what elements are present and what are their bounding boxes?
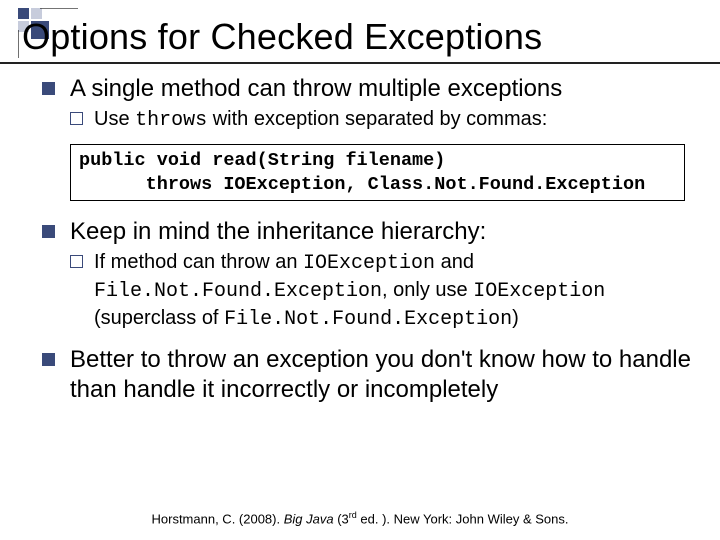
inline-code: IOException (473, 280, 605, 303)
bullet-item: Keep in mind the inheritance hierarchy: … (42, 217, 692, 333)
slide-title: Options for Checked Exceptions (22, 16, 692, 58)
inline-code: IOException (303, 252, 435, 275)
sub-text: Use (94, 108, 135, 130)
citation-footer: Horstmann, C. (2008). Big Java (3rd ed. … (0, 510, 720, 526)
citation-text: ed. ). New York: John Wiley & Sons. (357, 511, 569, 526)
citation-title: Big Java (284, 511, 334, 526)
sub-text: and (435, 251, 474, 273)
bullet-list: Keep in mind the inheritance hierarchy: … (42, 217, 692, 405)
citation-text: (3 (334, 511, 349, 526)
inline-code: File.Not.Found.Exception (224, 308, 512, 331)
sub-text: with exception separated by commas: (207, 108, 547, 130)
bullet-text: A single method can throw multiple excep… (70, 75, 562, 102)
inline-code: throws (135, 109, 207, 132)
sub-text: If method can throw an (94, 251, 303, 273)
bullet-text: Keep in mind the inheritance hierarchy: (70, 218, 486, 245)
sub-text: (superclass of (94, 307, 224, 329)
code-block: public void read(String filename) throws… (70, 144, 685, 201)
bullet-list: A single method can throw multiple excep… (42, 74, 692, 134)
bullet-text: Better to throw an exception you don't k… (70, 346, 691, 403)
sub-bullet-item: If method can throw an IOException and F… (70, 249, 692, 333)
sub-bullet-item: Use throws with exception separated by c… (70, 106, 692, 134)
citation-sup: rd (349, 510, 357, 520)
bullet-item: Better to throw an exception you don't k… (42, 345, 692, 405)
citation-author: Horstmann, C. (2008). (152, 511, 284, 526)
title-underline (0, 62, 720, 64)
sub-text: , only use (382, 279, 473, 301)
sub-text: ) (512, 307, 519, 329)
inline-code: File.Not.Found.Exception (94, 280, 382, 303)
bullet-item: A single method can throw multiple excep… (42, 74, 692, 134)
